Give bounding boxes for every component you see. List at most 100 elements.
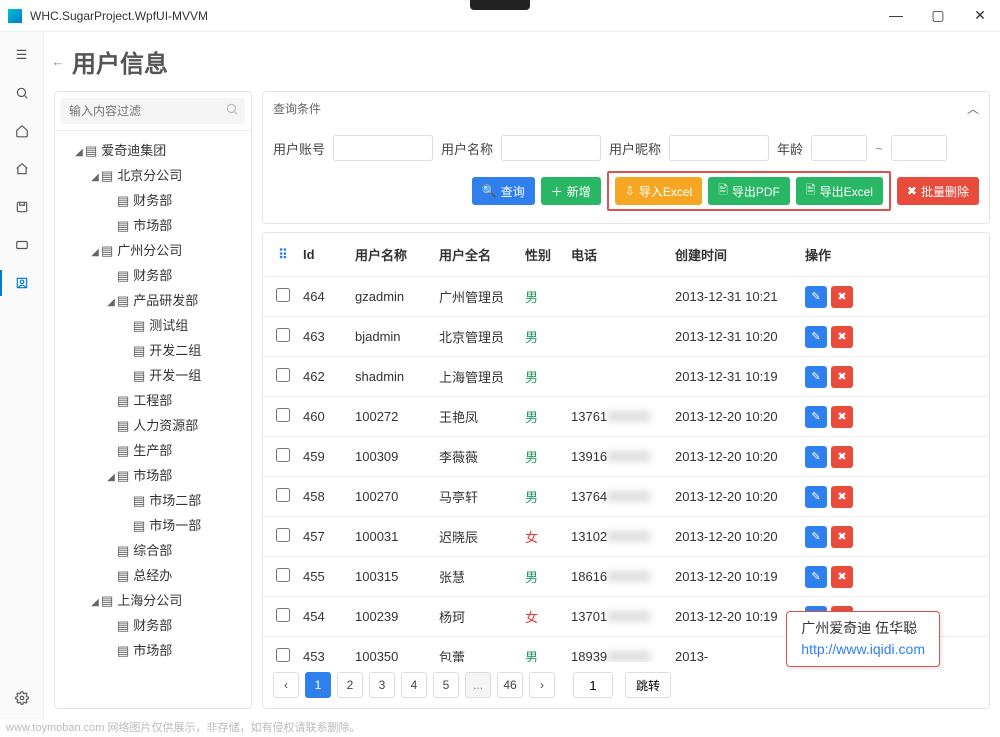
tree-node[interactable]: ◢▤上海分公司 [59, 587, 247, 612]
cell-id: 458 [303, 489, 355, 504]
row-checkbox[interactable] [276, 528, 290, 542]
edit-button[interactable]: ✎ [805, 446, 827, 468]
cell-username: 100239 [355, 609, 439, 624]
doc-icon: ▤ [117, 393, 129, 408]
tree-node[interactable]: ◢▤产品研发部 [59, 287, 247, 312]
delete-button[interactable]: ✖ [831, 406, 853, 428]
add-button[interactable]: ＋新增 [541, 177, 601, 205]
edit-button[interactable]: ✎ [805, 406, 827, 428]
page-prev[interactable]: ‹ [273, 672, 299, 698]
tree-label: 北京分公司 [117, 168, 182, 183]
tilde: ~ [875, 141, 883, 156]
page-jump-button[interactable]: 跳转 [625, 672, 671, 698]
callout-link[interactable]: http://www.iqidi.com [801, 641, 925, 657]
edit-button[interactable]: ✎ [805, 326, 827, 348]
screen-icon[interactable] [13, 236, 31, 254]
tree-node[interactable]: ▤开发二组 [59, 337, 247, 362]
row-checkbox[interactable] [276, 288, 290, 302]
nav-sidebar: ☰ [0, 32, 44, 719]
tree-node[interactable]: ▤综合部 [59, 537, 247, 562]
input-age-from[interactable] [811, 135, 867, 161]
tree-node[interactable]: ▤财务部 [59, 612, 247, 637]
row-checkbox[interactable] [276, 568, 290, 582]
minimize-button[interactable]: — [884, 7, 908, 24]
page-input[interactable] [573, 672, 613, 698]
tree-label: 爱奇迪集团 [101, 143, 166, 158]
tree-node[interactable]: ◢▤市场部 [59, 462, 247, 487]
tree-label: 人力资源部 [133, 418, 198, 433]
row-checkbox[interactable] [276, 488, 290, 502]
input-name[interactable] [501, 135, 601, 161]
menu-icon[interactable]: ☰ [13, 46, 31, 64]
tree-node[interactable]: ▤开发一组 [59, 362, 247, 387]
page-number[interactable]: 4 [401, 672, 427, 698]
input-nick[interactable] [669, 135, 769, 161]
page-number[interactable]: 5 [433, 672, 459, 698]
tree-node[interactable]: ▤财务部 [59, 187, 247, 212]
home-icon[interactable] [13, 122, 31, 140]
plus-icon: ＋ [551, 183, 563, 200]
tree: ◢▤爱奇迪集团◢▤北京分公司▤财务部▤市场部◢▤广州分公司▤财务部◢▤产品研发部… [55, 131, 251, 708]
input-account[interactable] [333, 135, 433, 161]
page-number[interactable]: 1 [305, 672, 331, 698]
maximize-button[interactable]: ▢ [926, 7, 950, 24]
tree-node[interactable]: ▤测试组 [59, 312, 247, 337]
row-checkbox[interactable] [276, 408, 290, 422]
dashboard-icon[interactable] [13, 160, 31, 178]
cell-fullname: 北京管理员 [439, 327, 525, 346]
tree-node[interactable]: ▤总经办 [59, 562, 247, 587]
row-checkbox[interactable] [276, 448, 290, 462]
filter-header[interactable]: 查询条件 ︿ [263, 92, 989, 125]
tree-node[interactable]: ▤市场二部 [59, 487, 247, 512]
table-row: 462shadmin上海管理员男2013-12-31 10:19✎✖ [263, 357, 989, 397]
delete-button[interactable]: ✖ [831, 566, 853, 588]
edit-button[interactable]: ✎ [805, 286, 827, 308]
delete-button[interactable]: ✖ [831, 286, 853, 308]
page-number[interactable]: 46 [497, 672, 523, 698]
search-button[interactable]: 🔍查询 [472, 177, 535, 205]
cell-sex: 女 [525, 527, 571, 546]
back-button[interactable]: ← [44, 54, 72, 69]
tree-node[interactable]: ◢▤北京分公司 [59, 162, 247, 187]
edit-button[interactable]: ✎ [805, 366, 827, 388]
edit-button[interactable]: ✎ [805, 566, 827, 588]
delete-button[interactable]: ✖ [831, 446, 853, 468]
footer-note: www.toymoban.com 网络图片仅供展示，非存储，如有侵权请联系删除。 [6, 719, 360, 735]
row-checkbox[interactable] [276, 608, 290, 622]
tree-node[interactable]: ▤人力资源部 [59, 412, 247, 437]
page-next[interactable]: › [529, 672, 555, 698]
users-icon[interactable] [13, 274, 31, 292]
row-checkbox[interactable] [276, 648, 290, 662]
row-checkbox[interactable] [276, 368, 290, 382]
tree-search-input[interactable] [61, 98, 245, 124]
page-number[interactable]: 3 [369, 672, 395, 698]
cell-username: 100031 [355, 529, 439, 544]
edit-button[interactable]: ✎ [805, 486, 827, 508]
input-age-to[interactable] [891, 135, 947, 161]
label-name: 用户名称 [441, 139, 493, 158]
page-number[interactable]: 2 [337, 672, 363, 698]
tree-node[interactable]: ◢▤爱奇迪集团 [59, 137, 247, 162]
search-icon[interactable] [13, 84, 31, 102]
tree-node[interactable]: ▤市场部 [59, 637, 247, 662]
grid-icon[interactable]: ⠿ [263, 247, 303, 263]
batch-delete-button[interactable]: ✖批量删除 [897, 177, 979, 205]
tree-node[interactable]: ▤市场部 [59, 212, 247, 237]
tree-node[interactable]: ▤工程部 [59, 387, 247, 412]
delete-button[interactable]: ✖ [831, 366, 853, 388]
tree-node[interactable]: ◢▤广州分公司 [59, 237, 247, 262]
edit-button[interactable]: ✎ [805, 526, 827, 548]
delete-button[interactable]: ✖ [831, 526, 853, 548]
delete-button[interactable]: ✖ [831, 326, 853, 348]
delete-button[interactable]: ✖ [831, 486, 853, 508]
export-pdf-button[interactable]: 🖹导出PDF [708, 177, 790, 205]
settings-icon[interactable] [13, 689, 31, 707]
save-icon[interactable] [13, 198, 31, 216]
close-button[interactable]: ✕ [968, 7, 992, 24]
tree-node[interactable]: ▤财务部 [59, 262, 247, 287]
row-checkbox[interactable] [276, 328, 290, 342]
tree-node[interactable]: ▤生产部 [59, 437, 247, 462]
export-excel-button[interactable]: 🖹导出Excel [796, 177, 883, 205]
import-excel-button[interactable]: ⇩导入Excel [615, 177, 702, 205]
tree-node[interactable]: ▤市场一部 [59, 512, 247, 537]
